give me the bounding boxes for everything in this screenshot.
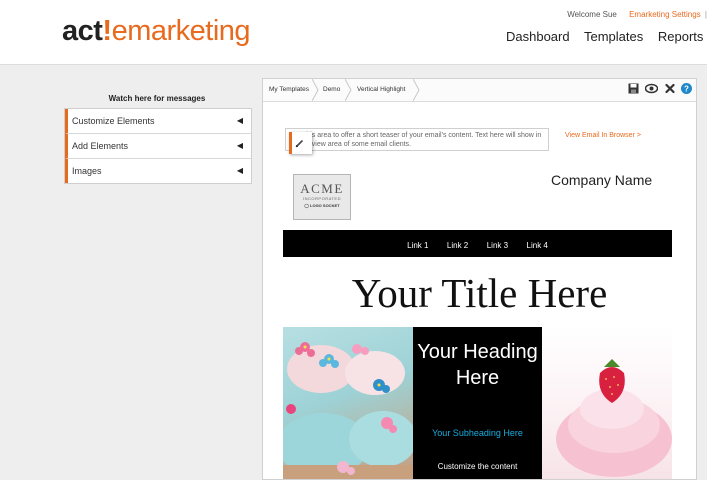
breadcrumb-separator-icon (413, 79, 420, 101)
collapse-arrow-icon: ◀ (236, 166, 243, 175)
logo-socket-label: ◯ LOGO SOCKET (304, 203, 340, 208)
breadcrumb-separator-icon (312, 79, 319, 101)
hero-section: Your Heading Here Your Subheading Here C… (283, 327, 672, 479)
panel-item-label: Customize Elements (72, 116, 155, 126)
panel-item-label: Images (72, 166, 102, 176)
breadcrumb-separator-icon (345, 79, 352, 101)
app-header: act!emarketing Welcome Sue Emarketing Se… (0, 0, 707, 65)
panel-item-add-elements[interactable]: Add Elements ◀ (65, 134, 251, 159)
nav-link-3[interactable]: Link 3 (487, 241, 508, 250)
close-icon[interactable] (664, 83, 675, 94)
nav-reports[interactable]: Reports (658, 29, 704, 44)
help-icon[interactable]: ? (681, 83, 692, 94)
collapse-arrow-icon: ◀ (236, 141, 243, 150)
preheader-text[interactable]: Use this area to offer a short teaser of… (285, 128, 549, 151)
breadcrumb-my-templates[interactable]: My Templates (269, 79, 309, 101)
email-title[interactable]: Your Title Here (263, 269, 696, 317)
cupcakes-image[interactable] (283, 327, 413, 479)
breadcrumb: My Templates Demo Vertical Highlight ? (263, 79, 696, 102)
nav-link-1[interactable]: Link 1 (407, 241, 428, 250)
logo-name: ACME (300, 181, 344, 196)
nav-link-2[interactable]: Link 2 (447, 241, 468, 250)
hero-subheading[interactable]: Your Subheading Here (413, 428, 542, 439)
panel-item-images[interactable]: Images ◀ (65, 159, 251, 183)
panel-item-customize-elements[interactable]: Customize Elements ◀ (65, 109, 251, 134)
nav-templates[interactable]: Templates (584, 29, 643, 44)
panel-item-label: Add Elements (72, 141, 129, 151)
nav-link-4[interactable]: Link 4 (527, 241, 548, 250)
company-name[interactable]: Company Name (551, 172, 652, 188)
strawberry-cupcake-image[interactable] (542, 327, 672, 479)
edit-element-button[interactable] (289, 132, 312, 154)
save-icon[interactable] (628, 83, 639, 94)
strawberry-cupcake-illustration (556, 359, 672, 477)
preview-eye-icon[interactable] (645, 83, 659, 94)
main-nav: Dashboard Templates Reports (506, 29, 707, 44)
hero-body-text[interactable]: Customize the content (413, 462, 542, 471)
cupcakes-illustration (283, 342, 413, 479)
hero-heading[interactable]: Your Heading Here (413, 339, 542, 391)
breadcrumb-vertical-highlight[interactable]: Vertical Highlight (357, 79, 405, 101)
pencil-icon (295, 140, 303, 148)
message-label: Watch here for messages (108, 94, 206, 103)
link-bar: Link 1 Link 2 Link 3 Link 4 (283, 230, 672, 257)
welcome-text: Welcome Sue (567, 10, 617, 19)
emarketing-settings-link[interactable]: Emarketing Settings (629, 10, 701, 19)
hero-text-block: Your Heading Here Your Subheading Here C… (413, 327, 542, 479)
nav-dashboard[interactable]: Dashboard (506, 29, 570, 44)
template-editor: My Templates Demo Vertical Highlight ? U… (262, 78, 697, 480)
breadcrumb-demo[interactable]: Demo (323, 79, 340, 101)
act-emarketing-logo[interactable]: act!emarketing (62, 14, 251, 48)
element-panel: Customize Elements ◀ Add Elements ◀ Imag… (64, 108, 252, 184)
company-logo-placeholder[interactable]: ACME INCORPORATED ◯ LOGO SOCKET (293, 174, 351, 220)
view-in-browser-link[interactable]: View Email In Browser > (565, 132, 641, 139)
collapse-arrow-icon: ◀ (236, 116, 243, 125)
logo-subtitle: INCORPORATED (303, 196, 341, 201)
help-glyph: ? (684, 85, 689, 94)
top-links: Welcome Sue Emarketing Settings | (567, 10, 707, 19)
editor-toolbar: ? (626, 83, 692, 97)
